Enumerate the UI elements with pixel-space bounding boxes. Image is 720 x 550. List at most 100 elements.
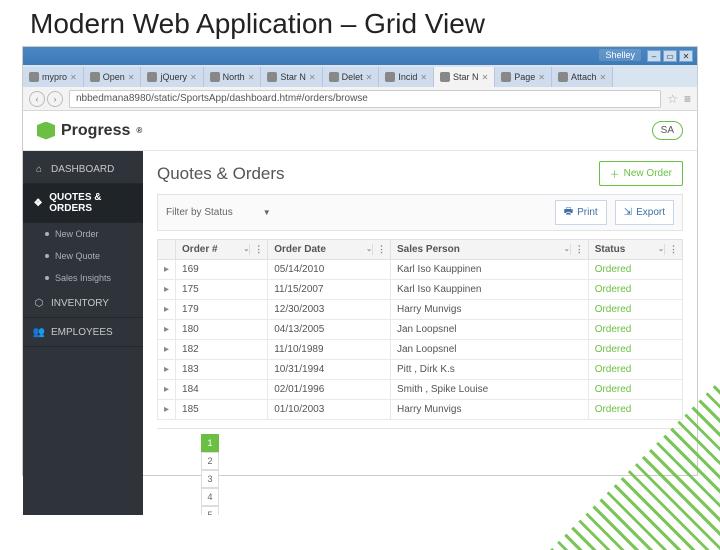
window-user: Shelley <box>599 49 641 61</box>
tab-label: Star N <box>280 72 306 82</box>
row-expand-icon[interactable]: ▸ <box>158 400 176 420</box>
tab-close-icon[interactable]: ✕ <box>420 73 427 82</box>
column-label: Order # <box>182 244 218 255</box>
cell-sales: Pitt , Dirk K.s <box>390 360 588 380</box>
sidebar-item[interactable]: ⌂DASHBOARD <box>23 155 143 184</box>
pager-page[interactable]: 1 <box>201 434 219 452</box>
column-header[interactable]: Order Date⌄⋮ <box>268 240 391 260</box>
cell-date: 11/15/2007 <box>268 280 391 300</box>
nav-forward-icon[interactable]: › <box>47 91 63 107</box>
browser-tab[interactable]: Page✕ <box>495 67 552 87</box>
tab-favicon-icon <box>329 72 339 82</box>
bookmark-star-icon[interactable]: ☆ <box>667 92 678 106</box>
tab-close-icon[interactable]: ✕ <box>248 73 255 82</box>
tab-label: Page <box>514 72 535 82</box>
tab-favicon-icon <box>440 72 450 82</box>
row-expand-icon[interactable]: ▸ <box>158 300 176 320</box>
table-row[interactable]: ▸18402/01/1996Smith , Spike LouiseOrdere… <box>158 380 683 400</box>
tab-close-icon[interactable]: ✕ <box>366 73 373 82</box>
new-order-button[interactable]: ＋ New Order <box>599 161 683 186</box>
pager-page[interactable]: 5 <box>201 506 219 515</box>
table-row[interactable]: ▸18004/13/2005Jan LoopsnelOrdered <box>158 320 683 340</box>
sidebar: ⌂DASHBOARD❖QUOTES & ORDERSNew OrderNew Q… <box>23 151 143 515</box>
table-row[interactable]: ▸17511/15/2007Karl Iso KauppinenOrdered <box>158 280 683 300</box>
pager-page[interactable]: 4 <box>201 488 219 506</box>
row-expand-icon[interactable]: ▸ <box>158 280 176 300</box>
column-menu-icon[interactable]: ⋮ <box>249 244 263 255</box>
export-button[interactable]: ⇲ Export <box>615 200 674 225</box>
pager: ⏮ ◂ 12345678910 … ▸ ⏭ 10 ▼ items per pag… <box>157 428 683 515</box>
browser-tab[interactable]: jQuery✕ <box>141 67 203 87</box>
tab-label: Delet <box>342 72 363 82</box>
pager-page[interactable]: 3 <box>201 470 219 488</box>
window-minimize[interactable]: – <box>647 50 661 62</box>
cell-order: 180 <box>176 320 268 340</box>
browser-tab[interactable]: mypro✕ <box>23 67 84 87</box>
sidebar-subitem[interactable]: Sales Insights <box>23 267 143 289</box>
browser-tab[interactable]: Star N✕ <box>261 67 322 87</box>
cell-date: 10/31/1994 <box>268 360 391 380</box>
table-row[interactable]: ▸17912/30/2003Harry MunvigsOrdered <box>158 300 683 320</box>
filter-status-select[interactable]: Filter by Status ▼ <box>166 207 271 218</box>
sidebar-item[interactable]: 👥EMPLOYEES <box>23 318 143 347</box>
browser-tab[interactable]: Star N✕ <box>434 67 495 87</box>
window-close[interactable]: ✕ <box>679 50 693 62</box>
row-expand-icon[interactable]: ▸ <box>158 380 176 400</box>
table-row[interactable]: ▸18310/31/1994Pitt , Dirk K.sOrdered <box>158 360 683 380</box>
column-menu-icon[interactable]: ⋮ <box>372 244 386 255</box>
row-expand-icon[interactable]: ▸ <box>158 320 176 340</box>
sidebar-item[interactable]: ⬡INVENTORY <box>23 289 143 318</box>
column-header[interactable]: Sales Person⌄⋮ <box>390 240 588 260</box>
cell-order: 185 <box>176 400 268 420</box>
layers-icon: ❖ <box>33 197 43 209</box>
tab-close-icon[interactable]: ✕ <box>482 73 489 82</box>
column-menu-icon[interactable]: ⋮ <box>570 244 584 255</box>
cell-sales: Jan Loopsnel <box>390 340 588 360</box>
table-row[interactable]: ▸16905/14/2010Karl Iso KauppinenOrdered <box>158 260 683 280</box>
tab-close-icon[interactable]: ✕ <box>70 73 77 82</box>
row-expand-icon[interactable]: ▸ <box>158 360 176 380</box>
new-order-label: New Order <box>624 168 672 179</box>
nav-back-icon[interactable]: ‹ <box>29 91 45 107</box>
brand-logo: Progress® <box>37 122 142 140</box>
column-header[interactable]: Order #⌄⋮ <box>176 240 268 260</box>
window-maximize[interactable]: ▭ <box>663 50 677 62</box>
cell-sales: Smith , Spike Louise <box>390 380 588 400</box>
sidebar-item-label: EMPLOYEES <box>51 327 113 338</box>
column-label: Status <box>595 244 626 255</box>
tab-label: jQuery <box>160 72 187 82</box>
sidebar-subitem[interactable]: New Quote <box>23 245 143 267</box>
row-expand-icon[interactable]: ▸ <box>158 340 176 360</box>
column-menu-icon[interactable]: ⋮ <box>664 244 678 255</box>
tab-close-icon[interactable]: ✕ <box>538 73 545 82</box>
browser-tab[interactable]: North✕ <box>204 67 262 87</box>
cell-status: Ordered <box>588 300 682 320</box>
browser-tab[interactable]: Attach✕ <box>552 67 613 87</box>
cell-sales: Harry Munvigs <box>390 400 588 420</box>
window-titlebar: Shelley – ▭ ✕ <box>23 47 697 65</box>
print-button[interactable]: 🖶 Print <box>555 200 607 225</box>
pager-page[interactable]: 2 <box>201 452 219 470</box>
table-row[interactable]: ▸18501/10/2003Harry MunvigsOrdered <box>158 400 683 420</box>
user-avatar[interactable]: SA <box>652 121 683 140</box>
row-expand-icon[interactable]: ▸ <box>158 260 176 280</box>
browser-tabstrip: mypro✕Open✕jQuery✕North✕Star N✕Delet✕Inc… <box>23 65 697 87</box>
cell-order: 184 <box>176 380 268 400</box>
sidebar-item[interactable]: ❖QUOTES & ORDERS <box>23 184 143 223</box>
browser-tab[interactable]: Delet✕ <box>323 67 380 87</box>
cube-icon: ⬡ <box>33 297 45 309</box>
browser-tab[interactable]: Open✕ <box>84 67 142 87</box>
table-row[interactable]: ▸18211/10/1989Jan LoopsnelOrdered <box>158 340 683 360</box>
tab-label: Open <box>103 72 125 82</box>
column-header[interactable]: Status⌄⋮ <box>588 240 682 260</box>
cell-status: Ordered <box>588 280 682 300</box>
tab-close-icon[interactable]: ✕ <box>128 73 135 82</box>
tab-close-icon[interactable]: ✕ <box>600 73 607 82</box>
tab-close-icon[interactable]: ✕ <box>190 73 197 82</box>
cell-sales: Karl Iso Kauppinen <box>390 280 588 300</box>
sidebar-subitem[interactable]: New Order <box>23 223 143 245</box>
browser-tab[interactable]: Incid✕ <box>379 67 434 87</box>
tab-close-icon[interactable]: ✕ <box>309 73 316 82</box>
url-input[interactable]: nbbedmana8980/static/SportsApp/dashboard… <box>69 90 661 108</box>
browser-menu-icon[interactable]: ≡ <box>684 92 691 106</box>
